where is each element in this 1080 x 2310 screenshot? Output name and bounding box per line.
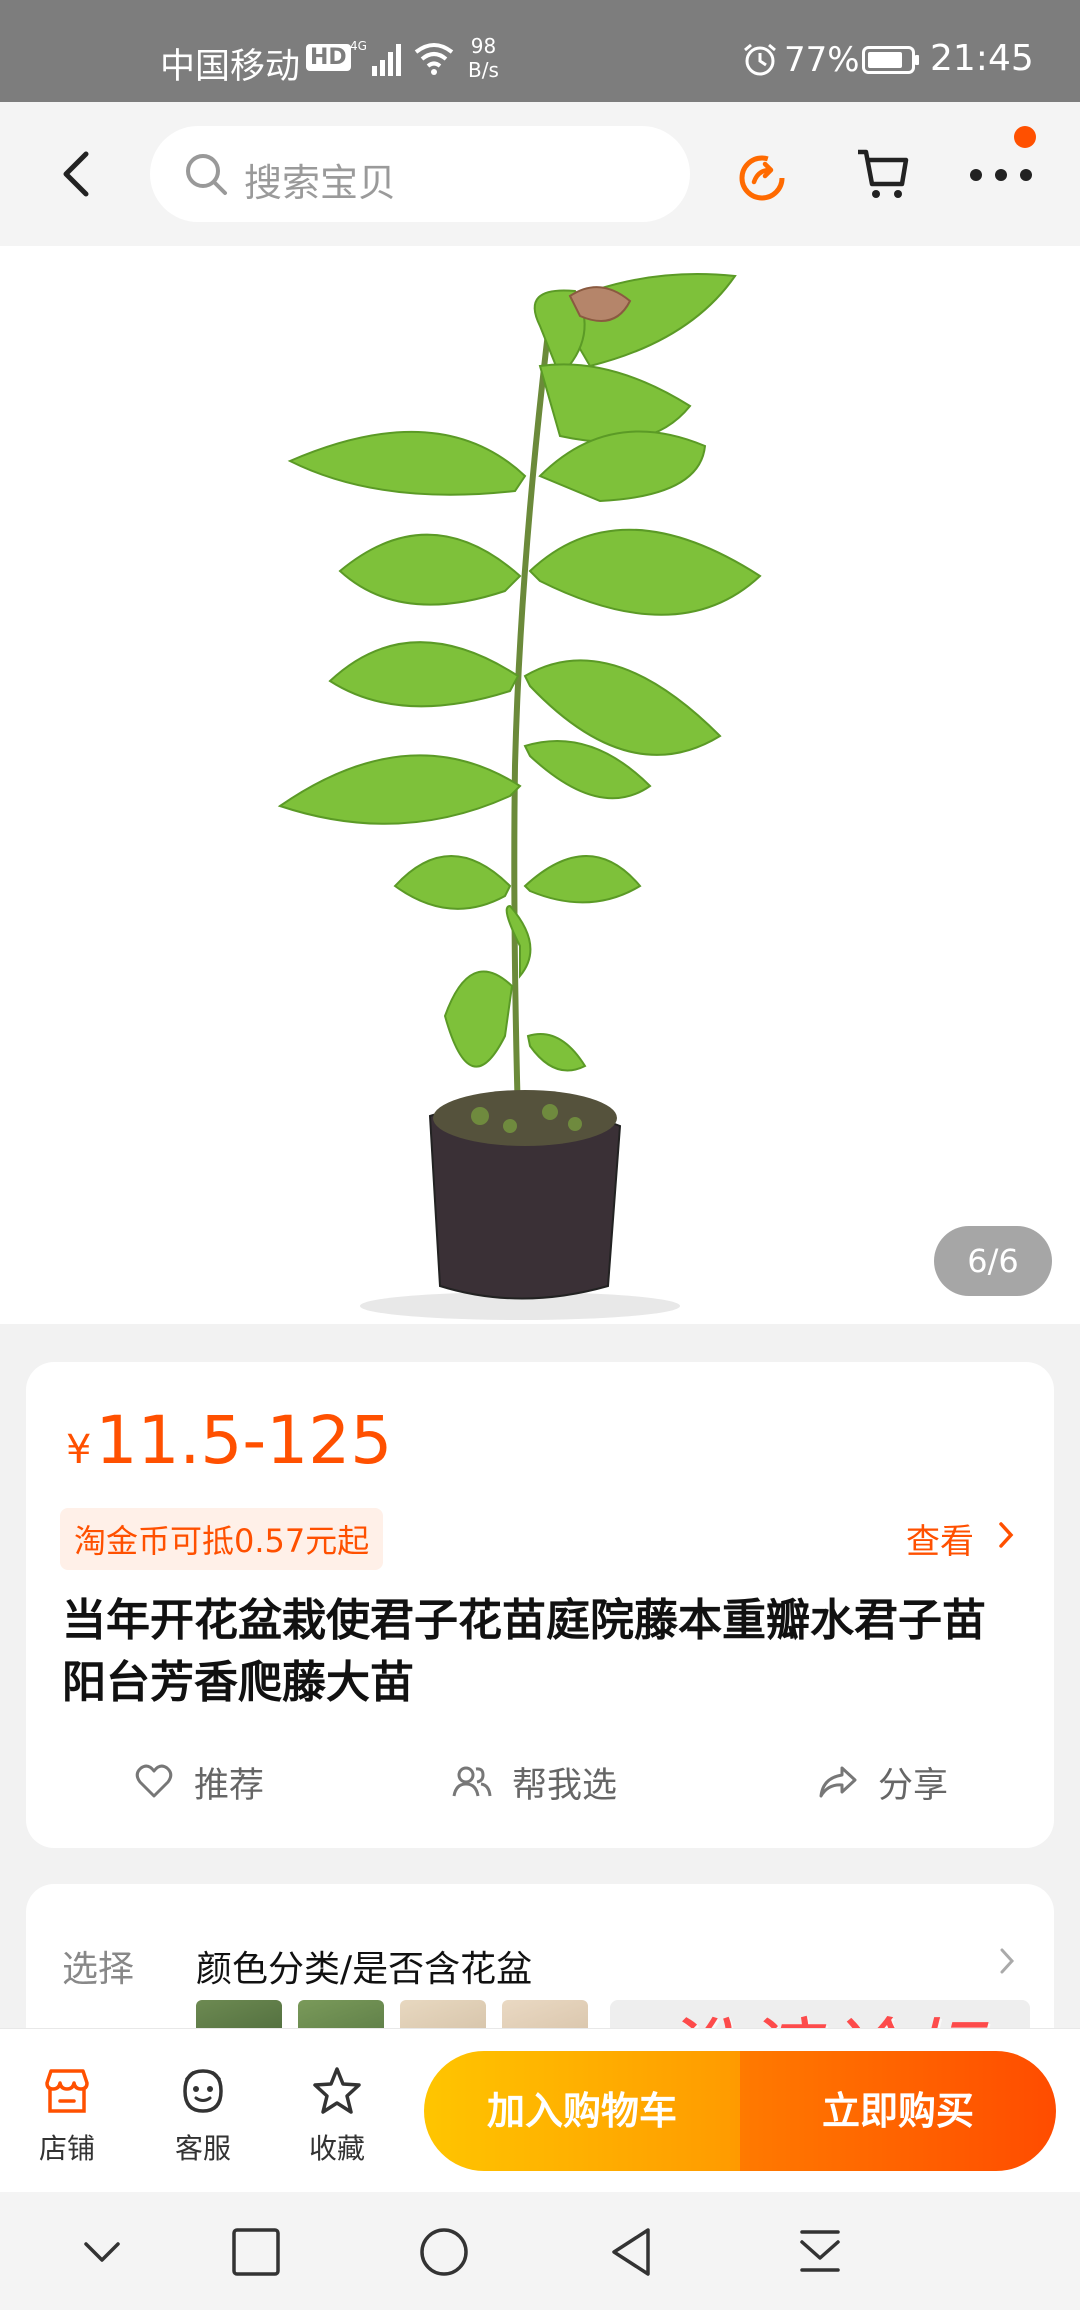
view-offer-link[interactable]: 查看 xyxy=(906,1514,974,1563)
battery-icon xyxy=(862,46,919,74)
sku-value: 颜色分类/是否含花盆 xyxy=(196,1949,533,1990)
favorite-button[interactable]: 收藏 xyxy=(292,2065,382,2167)
search-input[interactable]: 搜索宝贝 xyxy=(150,126,690,222)
signal-icon: 4G xyxy=(350,39,401,76)
star-icon xyxy=(313,2067,361,2114)
recommend-button[interactable]: 推荐 xyxy=(134,1754,264,1810)
help-choose-button[interactable]: 帮我选 xyxy=(452,1754,617,1810)
top-nav: 搜索宝贝 xyxy=(0,102,1080,246)
customer-service-button[interactable]: 客服 xyxy=(158,2065,248,2167)
favorite-label: 收藏 xyxy=(308,2132,365,2165)
product-title: 当年开花盆栽使君子花苗庭院藤本重瓣水君子苗阳台芳香爬藤大苗 xyxy=(62,1595,986,1708)
recent-apps-icon[interactable] xyxy=(230,2226,282,2278)
network-type: 4G xyxy=(350,39,367,53)
store-label: 店铺 xyxy=(38,2132,95,2165)
currency-symbol: ¥ xyxy=(66,1427,92,1473)
carrier-name: 中国移动 xyxy=(160,47,301,87)
notification-pull-icon[interactable] xyxy=(794,2226,846,2278)
cart-icon[interactable] xyxy=(856,146,910,202)
product-info-card: ¥11.5-125 淘金币可抵0.57元起 查看 当年开花盆栽使君子花苗庭院藤本… xyxy=(26,1362,1054,1848)
net-speed: 98 B/s xyxy=(468,34,499,82)
add-to-cart-button[interactable]: 加入购物车 xyxy=(424,2051,740,2171)
chevron-right-icon[interactable] xyxy=(996,1518,1016,1552)
coin-offer-badge: 淘金币可抵0.57元起 xyxy=(60,1508,384,1570)
purchase-buttons: 加入购物车 立即购买 xyxy=(424,2051,1056,2171)
hd-badge: HD xyxy=(306,44,351,71)
status-bar: 中国移动 HD 4G 98 B/s 77% 21:45 xyxy=(0,0,1080,102)
service-label: 客服 xyxy=(174,2132,231,2165)
chevron-right-icon xyxy=(1000,1948,1015,1974)
share-button[interactable]: 分享 xyxy=(818,1754,948,1810)
share-icon xyxy=(819,1766,857,1798)
search-icon xyxy=(186,154,227,195)
people-icon xyxy=(452,1766,492,1797)
product-photo xyxy=(277,273,762,1320)
product-image-gallery[interactable]: 6/6 xyxy=(0,246,1080,1324)
buy-now-button[interactable]: 立即购买 xyxy=(740,2051,1056,2171)
share-refresh-icon[interactable] xyxy=(734,148,790,204)
share-label: 分享 xyxy=(878,1765,949,1806)
chevron-down-icon[interactable] xyxy=(76,2226,128,2278)
store-button[interactable]: 店铺 xyxy=(22,2065,112,2167)
alarm-icon xyxy=(744,43,776,76)
net-speed-unit: B/s xyxy=(468,58,499,82)
system-nav-bar xyxy=(0,2192,1080,2310)
service-icon xyxy=(183,2069,223,2113)
image-counter: 6/6 xyxy=(934,1226,1052,1296)
heart-icon xyxy=(135,1764,173,1798)
help-choose-label: 帮我选 xyxy=(512,1765,618,1806)
clock: 21:45 xyxy=(930,38,1034,79)
battery-percent: 77% xyxy=(784,40,860,80)
more-icon[interactable] xyxy=(968,164,1034,186)
wifi-icon xyxy=(414,43,454,75)
store-icon xyxy=(45,2069,89,2113)
home-icon[interactable] xyxy=(418,2226,470,2278)
notification-dot xyxy=(1014,126,1036,148)
bottom-action-bar: 店铺 客服 收藏 加入购物车 立即购买 xyxy=(0,2028,1080,2192)
recommend-label: 推荐 xyxy=(194,1765,265,1806)
back-icon[interactable] xyxy=(56,146,96,202)
sku-label: 选择 xyxy=(62,1949,135,1990)
net-speed-value: 98 xyxy=(470,34,497,58)
back-triangle-icon[interactable] xyxy=(606,2226,658,2278)
search-placeholder: 搜索宝贝 xyxy=(244,161,397,205)
price-value: 11.5-125 xyxy=(95,1402,393,1479)
price: ¥11.5-125 xyxy=(66,1402,392,1479)
